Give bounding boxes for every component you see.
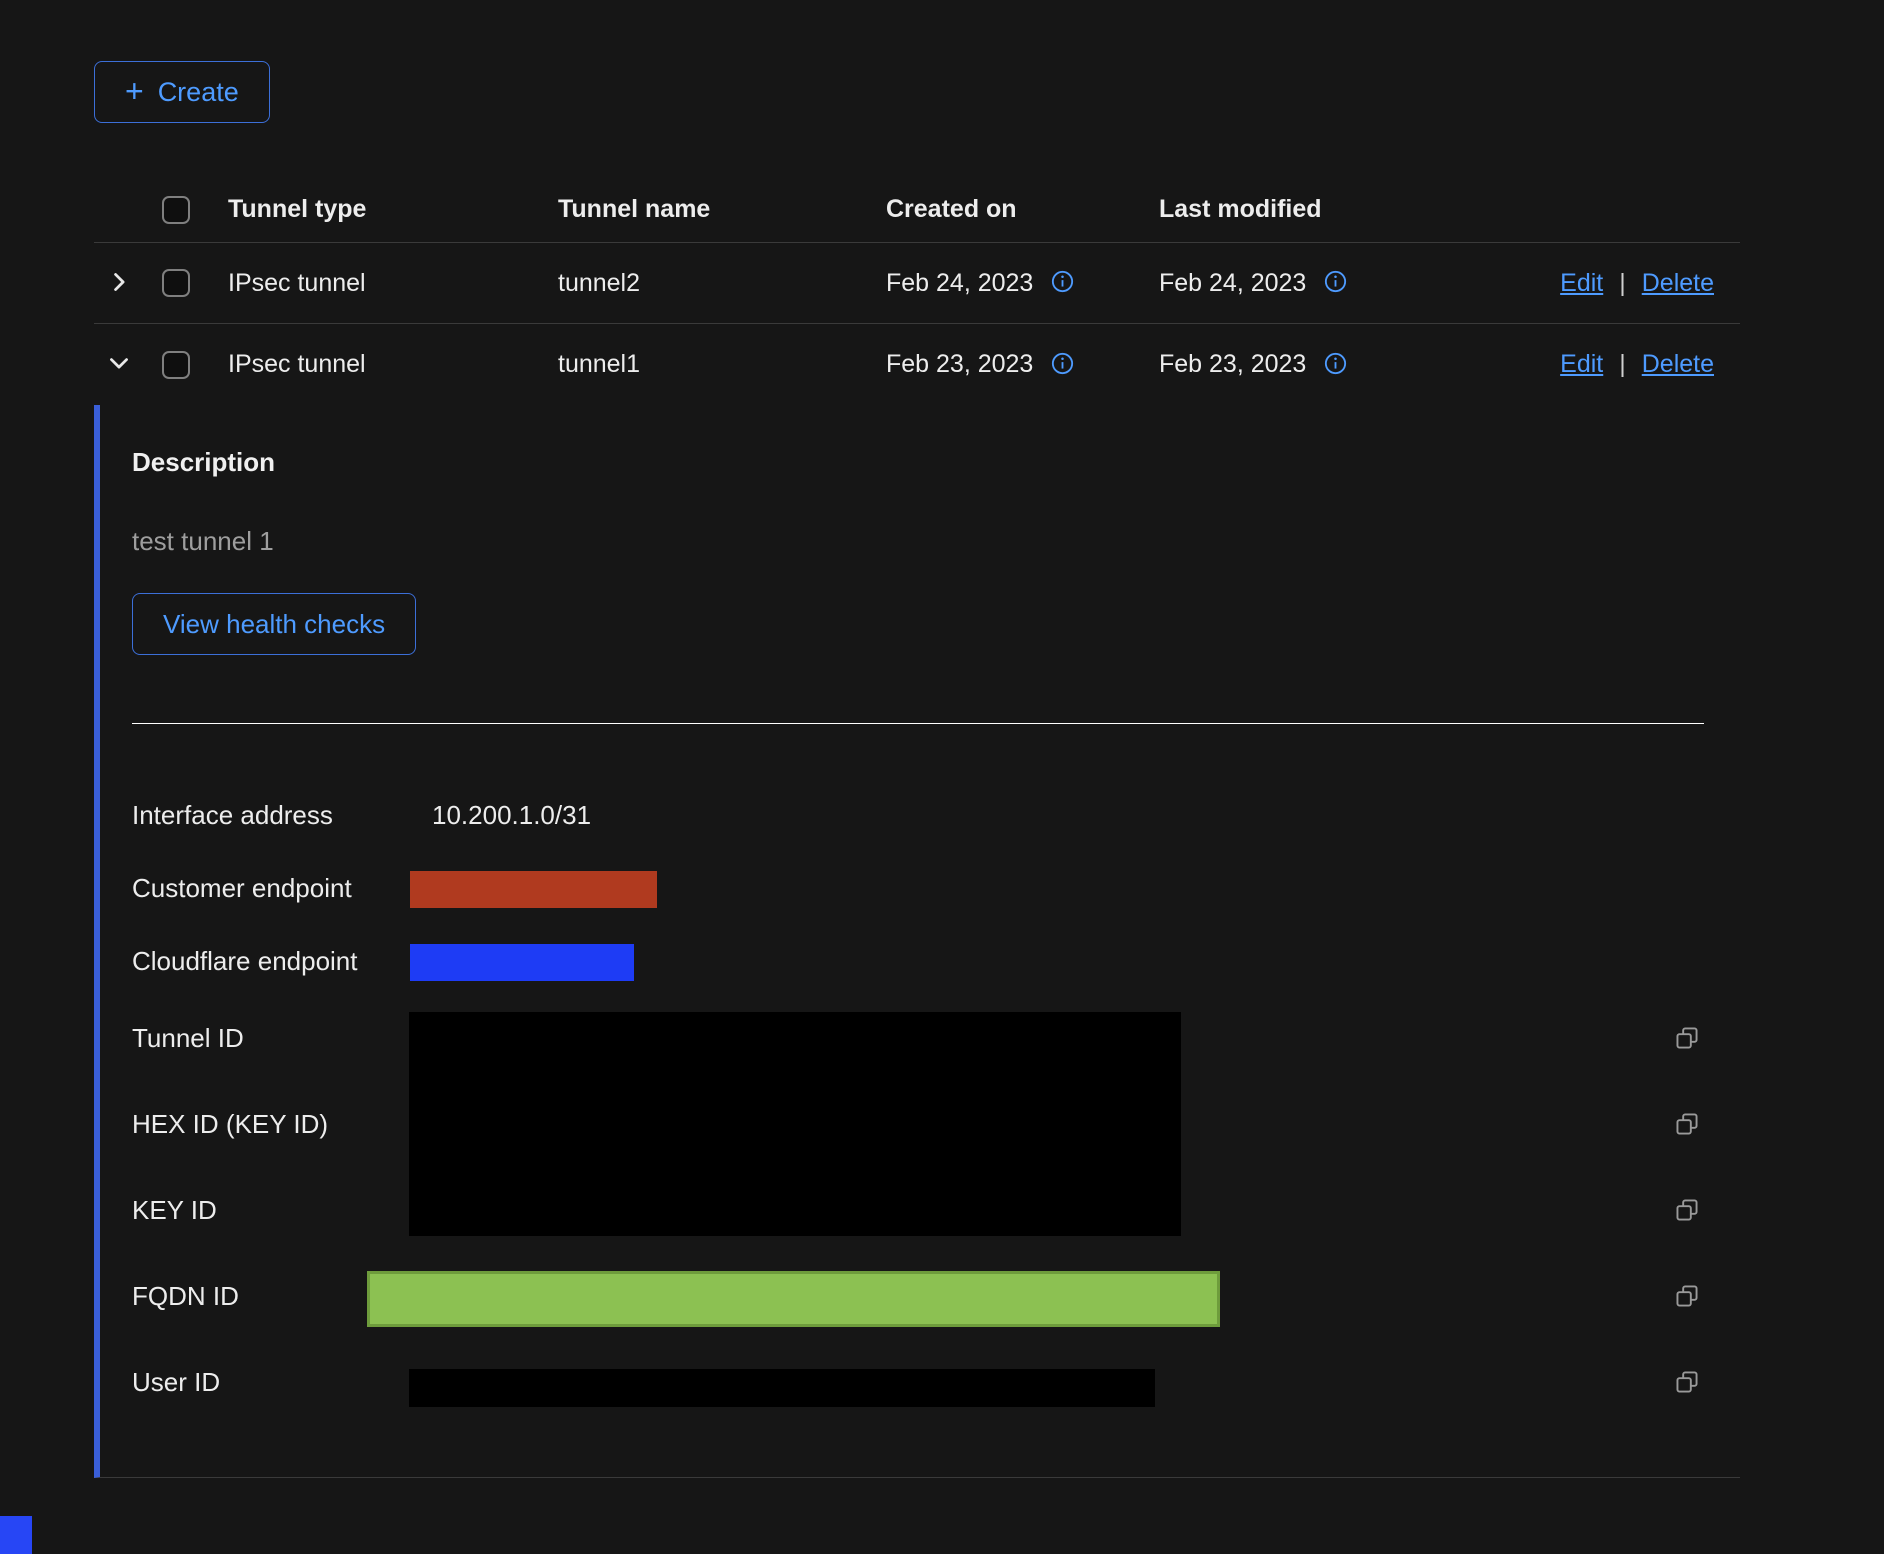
user-id-redacted-value [409,1369,1155,1407]
hex-id-label: HEX ID (KEY ID) [132,1109,328,1140]
delete-link[interactable]: Delete [1642,269,1714,298]
edit-link[interactable]: Edit [1560,350,1603,379]
customer-endpoint-redacted-value [410,871,657,908]
header-created-on: Created on [886,195,1159,224]
created-on-value: Feb 23, 2023 [886,350,1033,379]
copy-tunnel-id-button[interactable] [1672,1024,1702,1054]
created-on-value: Feb 24, 2023 [886,269,1033,298]
edit-link[interactable]: Edit [1560,269,1603,298]
tunnel-name-cell: tunnel2 [558,269,886,298]
copy-icon [1673,1024,1701,1055]
ids-redacted-block [409,1012,1181,1236]
select-all-checkbox[interactable] [162,196,190,224]
tunnels-table: Tunnel type Tunnel name Created on Last … [94,177,1740,1478]
user-id-label: User ID [132,1367,220,1398]
action-separator: | [1619,269,1626,298]
tunnel-id-label: Tunnel ID [132,1023,244,1054]
collapse-row-button[interactable] [108,352,130,377]
table-header-row: Tunnel type Tunnel name Created on Last … [94,177,1740,243]
copy-icon [1673,1282,1701,1313]
interface-address-label: Interface address [132,800,333,831]
tunnel-name-cell: tunnel1 [558,350,886,379]
view-health-checks-button[interactable]: View health checks [132,593,416,655]
table-row-tunnel1: IPsec tunnel tunnel1 Feb 23, 2023 Feb 23… [94,324,1740,405]
action-separator: | [1619,350,1626,379]
header-tunnel-name: Tunnel name [558,195,886,224]
plus-icon: + [125,75,144,107]
tunnel-type-cell: IPsec tunnel [228,269,558,298]
copy-icon [1673,1110,1701,1141]
copy-icon [1673,1196,1701,1227]
copy-icon [1673,1368,1701,1399]
tunnel-details-panel: Description test tunnel 1 View health ch… [94,405,1740,1478]
info-icon [1324,352,1347,378]
fqdn-id-redacted-value [367,1271,1220,1327]
bottom-left-blue-bar [0,1516,32,1554]
last-modified-value: Feb 23, 2023 [1159,350,1306,379]
copy-key-id-button[interactable] [1672,1196,1702,1226]
description-value: test tunnel 1 [132,526,274,557]
ipsec-tunnels-page: + Create Tunnel type Tunnel name Created… [0,0,1884,1554]
created-on-info-button[interactable] [1051,270,1074,296]
fqdn-id-label: FQDN ID [132,1281,239,1312]
copy-fqdn-id-button[interactable] [1672,1282,1702,1312]
last-modified-info-button[interactable] [1324,352,1347,378]
info-icon [1051,270,1074,296]
customer-endpoint-label: Customer endpoint [132,873,352,904]
info-icon [1324,270,1347,296]
create-button[interactable]: + Create [94,61,270,123]
chevron-down-icon [108,352,130,377]
header-tunnel-type: Tunnel type [228,195,558,224]
create-button-label: Create [158,77,239,108]
row-checkbox[interactable] [162,269,190,297]
created-on-info-button[interactable] [1051,352,1074,378]
table-row-tunnel2: IPsec tunnel tunnel2 Feb 24, 2023 Feb 24… [94,243,1740,324]
cloudflare-endpoint-redacted-value [410,944,634,981]
expand-row-button[interactable] [108,271,130,296]
last-modified-value: Feb 24, 2023 [1159,269,1306,298]
delete-link[interactable]: Delete [1642,350,1714,379]
details-divider [132,723,1704,724]
cloudflare-endpoint-label: Cloudflare endpoint [132,946,358,977]
copy-user-id-button[interactable] [1672,1368,1702,1398]
interface-address-value: 10.200.1.0/31 [432,800,591,831]
info-icon [1051,352,1074,378]
chevron-right-icon [108,271,130,296]
key-id-label: KEY ID [132,1195,217,1226]
copy-hex-id-button[interactable] [1672,1110,1702,1140]
tunnel-type-cell: IPsec tunnel [228,350,558,379]
last-modified-info-button[interactable] [1324,270,1347,296]
description-label: Description [132,447,275,478]
row-checkbox[interactable] [162,351,190,379]
header-last-modified: Last modified [1159,195,1520,224]
